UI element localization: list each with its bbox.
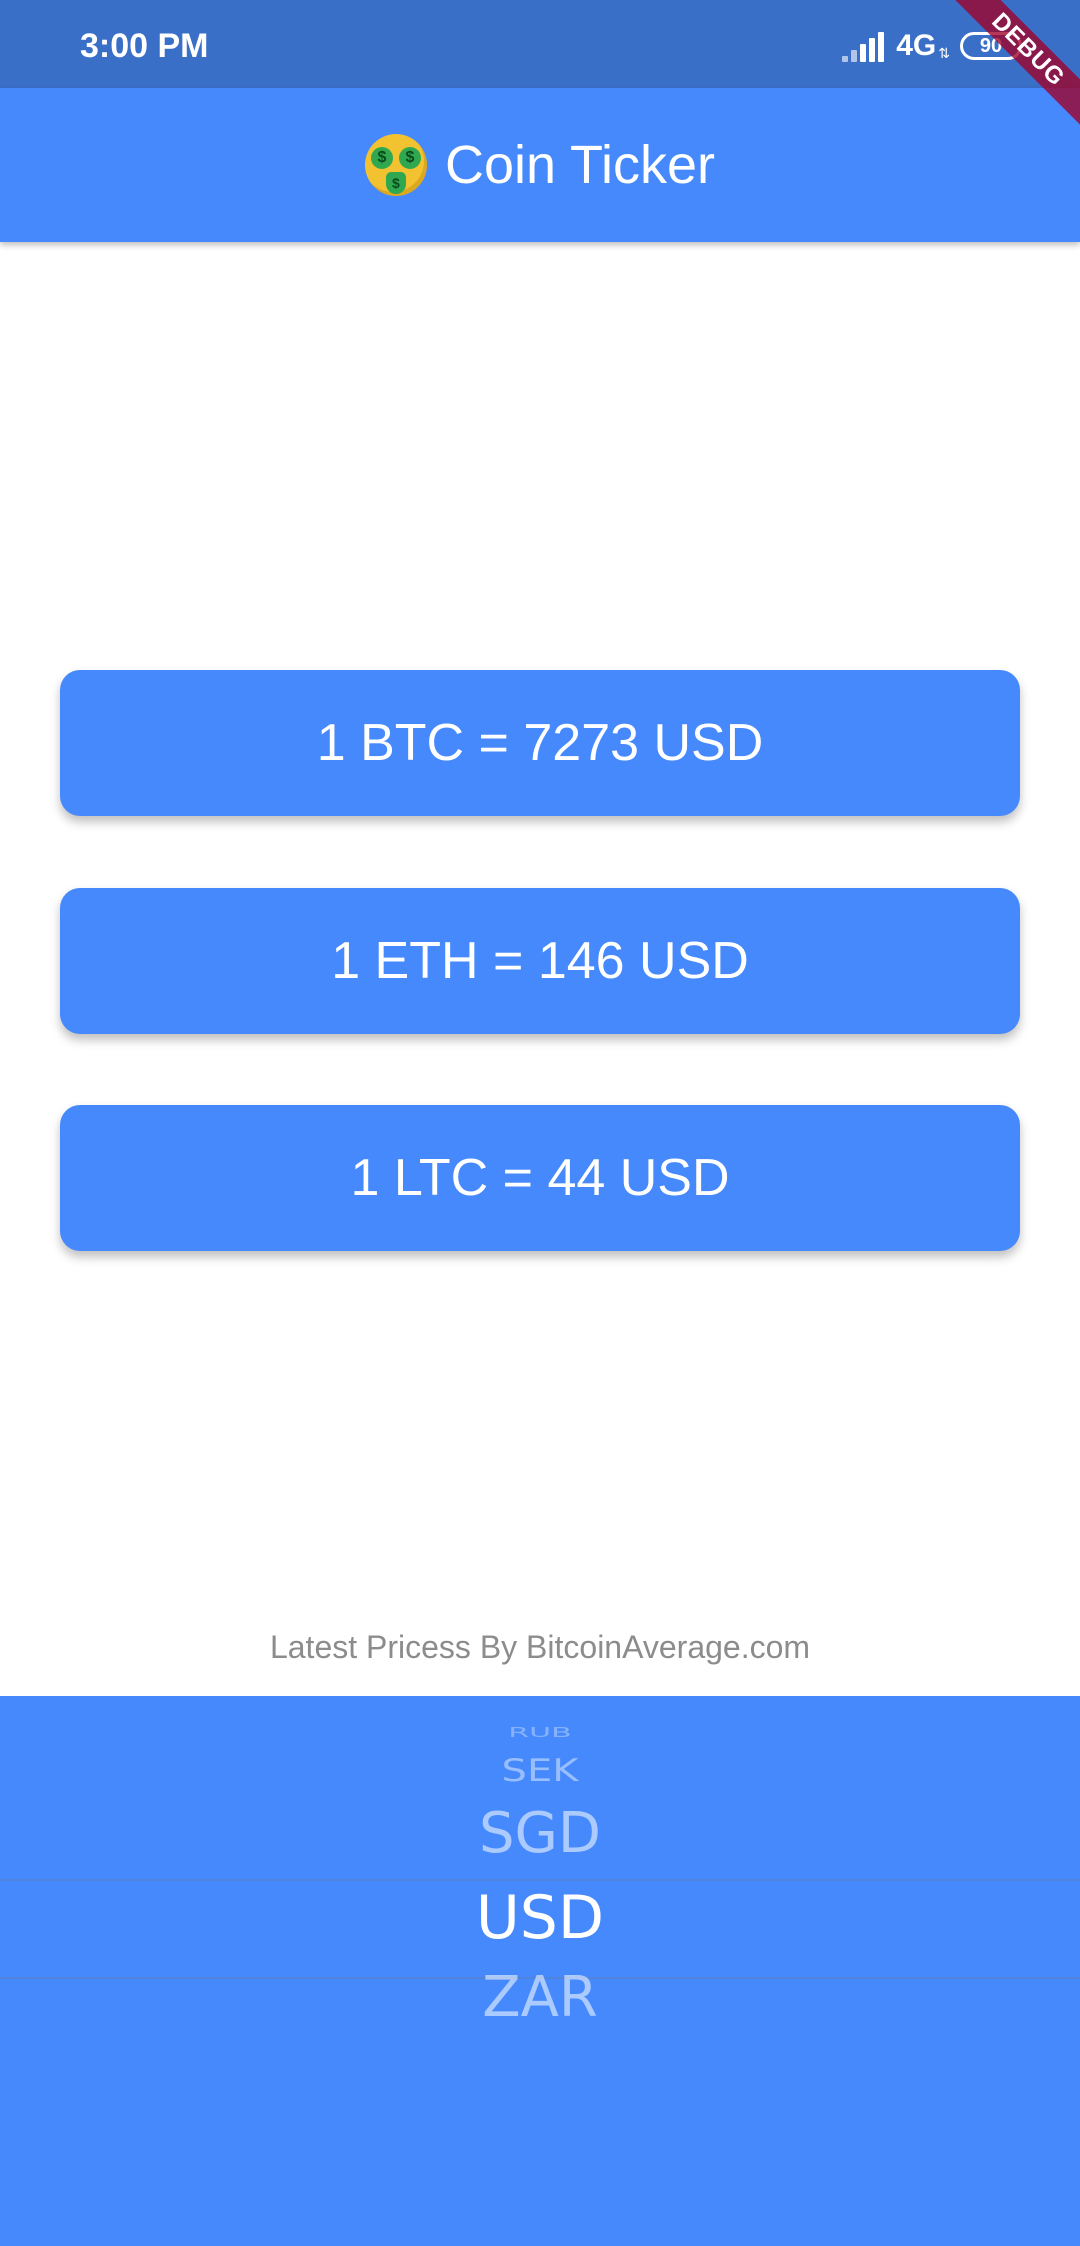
picker-item-rub[interactable]: RUB	[0, 1726, 1080, 1740]
picker-selection-line-top	[0, 1879, 1080, 1881]
app-title: Coin Ticker	[444, 135, 716, 195]
picker-item-zar[interactable]: ZAR	[0, 1966, 1080, 2030]
dollar-tongue: $	[385, 172, 406, 194]
picker-item-sgd[interactable]: SGD	[0, 1802, 1080, 1866]
debug-label: DEBUG	[938, 0, 1080, 140]
currency-picker[interactable]: RUB SEK SGD USD ZAR	[0, 1696, 1080, 2246]
status-time: 3:00 PM	[80, 27, 209, 65]
picker-item-usd-selected[interactable]: USD	[0, 1884, 1080, 1952]
attribution-text: Latest Pricess By BitcoinAverage.com	[269, 1629, 811, 1665]
rate-label-ltc: 1 LTC = 44 USD	[350, 1149, 730, 1207]
rate-card-btc: 1 BTC = 7273 USD	[60, 670, 1020, 816]
debug-banner: DEBUG	[930, 0, 1080, 150]
rate-label-btc: 1 BTC = 7273 USD	[316, 714, 764, 772]
signal-icon	[842, 30, 886, 62]
rate-card-eth: 1 ETH = 146 USD	[60, 888, 1020, 1034]
dollar-eye-right: $	[398, 147, 421, 169]
app-bar: $ $ $ Coin Ticker	[0, 88, 1080, 242]
status-bar: 3:00 PM 4G ⇅ 90	[0, 0, 1080, 88]
picker-item-sek[interactable]: SEK	[0, 1753, 1080, 1789]
money-mouth-face-icon: $ $ $	[364, 134, 427, 196]
rate-label-eth: 1 ETH = 146 USD	[331, 932, 749, 990]
rate-card-ltc: 1 LTC = 44 USD	[60, 1105, 1020, 1251]
dollar-eye-left: $	[370, 147, 393, 169]
